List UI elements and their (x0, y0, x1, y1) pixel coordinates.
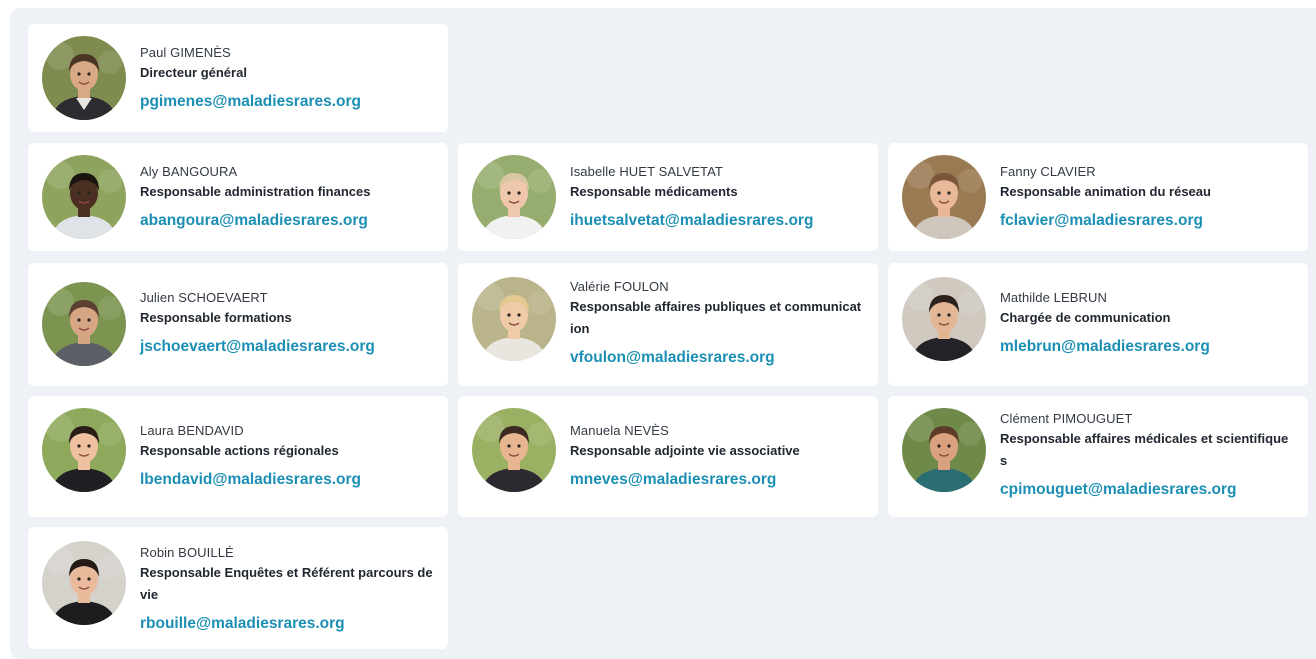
staff-name: Manuela NEVÈS (570, 423, 669, 438)
staff-name: Fanny CLAVIER (1000, 164, 1096, 179)
staff-name: Valérie FOULON (570, 279, 669, 294)
staff-role: Responsable affaires publiques et commun… (570, 299, 862, 336)
staff-role: Chargée de communication (1000, 310, 1171, 325)
staff-email-link[interactable]: mneves@maladiesrares.org (570, 470, 776, 490)
staff-card: Paul GIMENÈS Directeur général pgimenes@… (28, 24, 448, 132)
staff-card: Valérie FOULON Responsable affaires publ… (458, 263, 878, 386)
staff-email-link[interactable]: jschoevaert@maladiesrares.org (140, 337, 375, 357)
avatar (902, 408, 986, 492)
staff-email-link[interactable]: pgimenes@maladiesrares.org (140, 92, 361, 112)
avatar (42, 541, 126, 625)
staff-role: Responsable formations (140, 310, 292, 325)
staff-role: Responsable médicaments (570, 184, 738, 199)
staff-card: Fanny CLAVIER Responsable animation du r… (888, 143, 1308, 251)
staff-name: Isabelle HUET SALVETAT (570, 164, 723, 179)
staff-name: Laura BENDAVID (140, 423, 244, 438)
avatar (472, 408, 556, 492)
avatar (902, 277, 986, 361)
staff-card: Julien SCHOEVAERT Responsable formations… (28, 263, 448, 386)
staff-card: Manuela NEVÈS Responsable adjointe vie a… (458, 396, 878, 517)
avatar (42, 36, 126, 120)
staff-card: Laura BENDAVID Responsable actions régio… (28, 396, 448, 517)
staff-email-link[interactable]: lbendavid@maladiesrares.org (140, 470, 361, 490)
staff-role: Directeur général (140, 65, 247, 80)
avatar (42, 155, 126, 239)
staff-email-link[interactable]: cpimouguet@maladiesrares.org (1000, 480, 1237, 500)
staff-name: Paul GIMENÈS (140, 45, 231, 60)
staff-email-link[interactable]: ihuetsalvetat@maladiesrares.org (570, 211, 813, 231)
staff-email-link[interactable]: vfoulon@maladiesrares.org (570, 348, 775, 368)
staff-role: Responsable adjointe vie associative (570, 443, 800, 458)
avatar (902, 155, 986, 239)
staff-role: Responsable Enquêtes et Référent parcour… (140, 565, 433, 602)
staff-card: Mathilde LEBRUN Chargée de communication… (888, 263, 1308, 386)
staff-card: Aly BANGOURA Responsable administration … (28, 143, 448, 251)
staff-card: Isabelle HUET SALVETAT Responsable médic… (458, 143, 878, 251)
staff-email-link[interactable]: rbouille@maladiesrares.org (140, 614, 345, 634)
staff-name: Mathilde LEBRUN (1000, 290, 1107, 305)
staff-card: Clément PIMOUGUET Responsable affaires m… (888, 396, 1308, 517)
staff-role: Responsable affaires médicales et scient… (1000, 431, 1289, 468)
team-panel: Paul GIMENÈS Directeur général pgimenes@… (10, 8, 1316, 659)
staff-name: Robin BOUILLÉ (140, 545, 234, 560)
avatar (472, 155, 556, 239)
avatar (472, 277, 556, 361)
staff-name: Aly BANGOURA (140, 164, 238, 179)
staff-email-link[interactable]: mlebrun@maladiesrares.org (1000, 337, 1210, 357)
staff-role: Responsable actions régionales (140, 443, 339, 458)
staff-name: Clément PIMOUGUET (1000, 411, 1133, 426)
avatar (42, 282, 126, 366)
staff-email-link[interactable]: fclavier@maladiesrares.org (1000, 211, 1203, 231)
avatar (42, 408, 126, 492)
staff-role: Responsable administration finances (140, 184, 371, 199)
staff-role: Responsable animation du réseau (1000, 184, 1211, 199)
staff-card: Robin BOUILLÉ Responsable Enquêtes et Ré… (28, 527, 448, 649)
staff-email-link[interactable]: abangoura@maladiesrares.org (140, 211, 368, 231)
staff-name: Julien SCHOEVAERT (140, 290, 268, 305)
